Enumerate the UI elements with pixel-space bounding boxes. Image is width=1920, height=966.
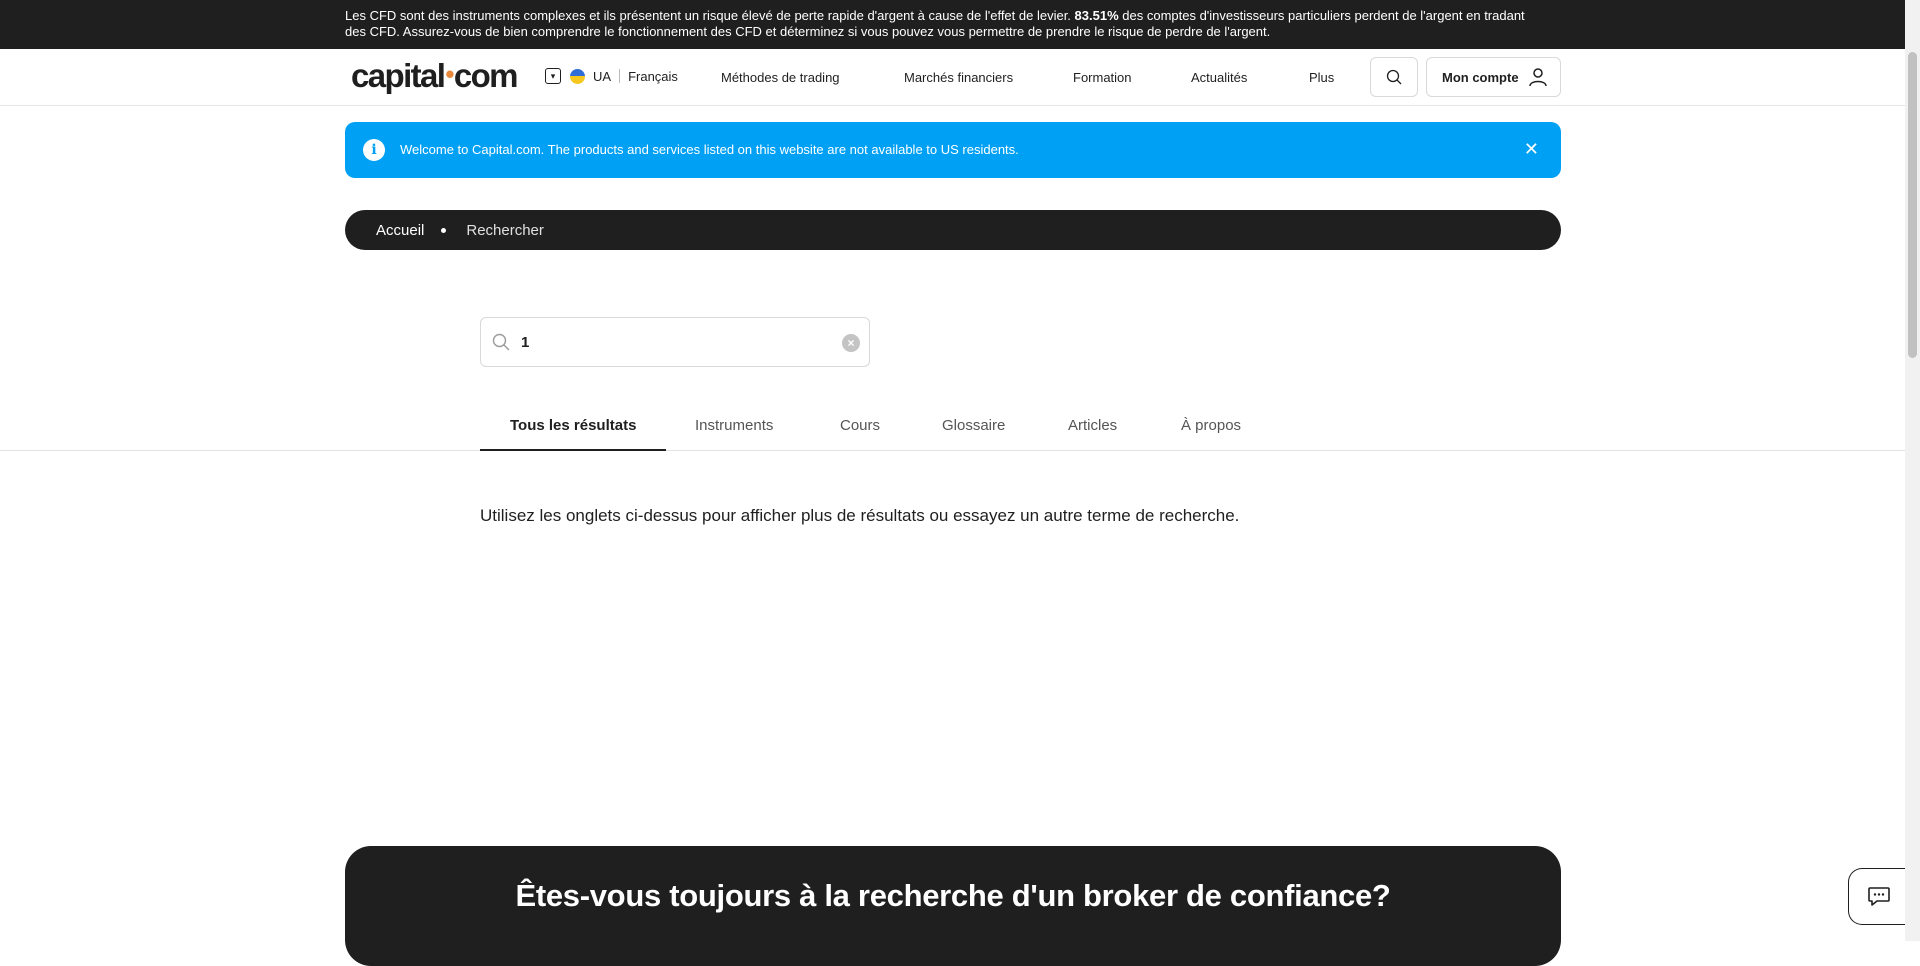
chevron-down-icon[interactable]: ▾ — [545, 68, 561, 84]
my-account-button[interactable]: Mon compte — [1426, 57, 1561, 97]
nav-news[interactable]: Actualités — [1191, 70, 1247, 85]
tab-articles[interactable]: Articles — [1068, 417, 1117, 451]
search-icon — [492, 333, 510, 351]
divider — [619, 69, 621, 83]
capital-logo[interactable]: capital•com — [351, 57, 519, 95]
account-label: Mon compte — [1442, 69, 1519, 85]
search-icon — [1386, 69, 1402, 85]
chat-button[interactable] — [1848, 868, 1908, 925]
page-scrollbar[interactable] — [1905, 0, 1920, 941]
trusted-broker-cta: Êtes-vous toujours à la recherche d'un b… — [345, 846, 1561, 966]
chat-icon — [1867, 886, 1890, 906]
user-icon — [1528, 68, 1547, 87]
search-input[interactable] — [521, 330, 821, 354]
nav-more[interactable]: Plus — [1309, 70, 1334, 85]
cta-title: Êtes-vous toujours à la recherche d'un b… — [515, 878, 1391, 913]
risk-warning-text: Les CFD sont des instruments complexes e… — [345, 8, 1525, 40]
breadcrumb: Accueil Rechercher — [345, 210, 1561, 250]
nav-education[interactable]: Formation — [1073, 70, 1132, 85]
language-selector[interactable]: ▾ UA Français — [545, 68, 678, 84]
search-results-tabs: Tous les résultats Instruments Cours Glo… — [0, 410, 1905, 451]
active-tab-indicator — [480, 449, 666, 451]
header-search-button[interactable] — [1370, 57, 1418, 97]
close-icon[interactable]: ✕ — [1524, 139, 1539, 159]
breadcrumb-current: Rechercher — [466, 221, 544, 239]
search-field[interactable]: × — [480, 317, 870, 367]
risk-text-before: Les CFD sont des instruments complexes e… — [345, 8, 1071, 23]
ukraine-flag-icon — [570, 68, 585, 84]
tab-glossary[interactable]: Glossaire — [942, 417, 1005, 451]
site-header: capital•com ▾ UA Français Méthodes de tr… — [0, 49, 1905, 106]
risk-warning-banner: Les CFD sont des instruments complexes e… — [0, 0, 1905, 49]
us-residents-notice: i Welcome to Capital.com. The products a… — [345, 122, 1561, 178]
tab-prices[interactable]: Cours — [840, 417, 880, 451]
breadcrumb-separator — [441, 227, 447, 233]
risk-percentage: 83.51% — [1074, 8, 1119, 23]
nav-financial-markets[interactable]: Marchés financiers — [904, 70, 1013, 85]
scrollbar-thumb[interactable] — [1908, 52, 1917, 358]
breadcrumb-home[interactable]: Accueil — [376, 222, 424, 239]
nav-trading-methods[interactable]: Méthodes de trading — [721, 70, 840, 85]
region-code[interactable]: UA — [593, 69, 611, 84]
tab-about[interactable]: À propos — [1181, 417, 1241, 451]
notice-message: Welcome to Capital.com. The products and… — [400, 142, 1019, 157]
clear-search-icon[interactable]: × — [842, 334, 860, 352]
info-icon: i — [363, 139, 385, 161]
language-label[interactable]: Français — [628, 69, 678, 84]
tab-instruments[interactable]: Instruments — [695, 417, 773, 451]
tab-all-results[interactable]: Tous les résultats — [510, 417, 636, 451]
no-results-hint: Utilisez les onglets ci-dessus pour affi… — [480, 506, 1240, 525]
